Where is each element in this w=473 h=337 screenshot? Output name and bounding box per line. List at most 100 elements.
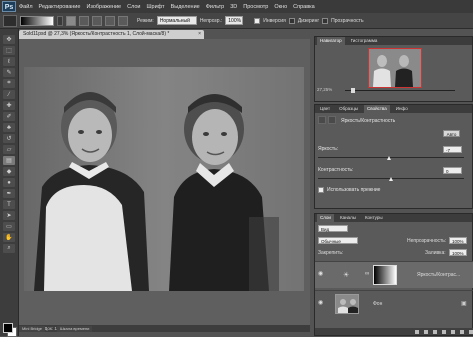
- timeline-tab[interactable]: Шкала времени: [57, 326, 93, 332]
- move-icon[interactable]: ✥: [3, 35, 15, 44]
- add-mask-icon[interactable]: [433, 329, 437, 334]
- chain-icon[interactable]: ∞: [365, 271, 369, 277]
- menu-file[interactable]: Файл: [16, 4, 36, 10]
- navigator-zoom-knob[interactable]: [351, 88, 355, 93]
- menu-image[interactable]: Изображение: [83, 4, 124, 10]
- linear-gradient-button[interactable]: [66, 15, 76, 26]
- menu-help[interactable]: Справка: [290, 4, 318, 10]
- menu-layers[interactable]: Слои: [124, 4, 143, 10]
- close-icon[interactable]: ×: [198, 30, 201, 39]
- menu-bar: Ps Файл Редактирование Изображение Слои …: [0, 0, 473, 13]
- navigator-zoom-slider[interactable]: [345, 90, 455, 91]
- properties-header: Цвет Образцы Свойства Инфо: [315, 105, 472, 113]
- menu-view[interactable]: Просмотр: [240, 4, 271, 10]
- gradient-icon[interactable]: ▤: [3, 156, 15, 165]
- photoshop-logo: Ps: [2, 1, 16, 12]
- quick-select-icon[interactable]: ✎: [3, 68, 15, 77]
- trash-icon[interactable]: [469, 329, 473, 334]
- layer-row-adjustment[interactable]: ◉ ☀ ∞ Яркость/Контрас...: [315, 261, 473, 288]
- mini-bridge-tab[interactable]: Mini Bridge: [19, 326, 46, 332]
- tab-properties[interactable]: Свойства: [364, 105, 390, 113]
- pen-icon[interactable]: ✒: [3, 189, 15, 198]
- menu-3d[interactable]: 3D: [227, 4, 240, 10]
- lock-label: Закрепить:: [318, 250, 344, 256]
- tool-preset-picker[interactable]: [3, 14, 17, 27]
- toolbox: ✥ ⬚ ℓ ✎ ⌗ ⁄ ✚ ✐ ♣ ↺ ▱ ▤ ◆ ● ✒ T ➤ ▭ ✋ ⌕: [0, 29, 19, 337]
- tab-navigator[interactable]: Навигатор: [317, 37, 345, 45]
- lasso-icon[interactable]: ℓ: [3, 57, 15, 66]
- invert-checkbox[interactable]: [254, 17, 261, 24]
- contrast-slider-knob[interactable]: [389, 177, 393, 181]
- contrast-input[interactable]: 0: [443, 167, 462, 174]
- healing-brush-icon[interactable]: ✚: [3, 101, 15, 110]
- tab-color[interactable]: Цвет: [317, 105, 333, 113]
- type-icon[interactable]: T: [3, 200, 15, 209]
- diamond-gradient-button[interactable]: [118, 15, 128, 26]
- link-layers-icon[interactable]: [415, 329, 419, 334]
- foreground-color-swatch[interactable]: [3, 323, 13, 333]
- mode-select[interactable]: Нормальный: [156, 16, 197, 25]
- menu-type[interactable]: Шрифт: [143, 4, 167, 10]
- navigator-thumbnail[interactable]: [368, 48, 422, 88]
- layer-name[interactable]: Фон: [373, 301, 382, 307]
- new-adjustment-icon[interactable]: [442, 329, 446, 334]
- eyedropper-icon[interactable]: ⁄: [3, 90, 15, 99]
- menu-window[interactable]: Окно: [271, 4, 290, 10]
- gradient-dropdown-arrow[interactable]: [57, 15, 63, 26]
- photo-canvas[interactable]: [24, 67, 304, 291]
- tab-histogram[interactable]: Гистограмма: [348, 37, 381, 45]
- clone-stamp-icon[interactable]: ♣: [3, 123, 15, 132]
- eye-icon[interactable]: ◉: [318, 300, 324, 306]
- zoom-icon[interactable]: ⌕: [3, 244, 15, 253]
- dodge-icon[interactable]: ●: [3, 178, 15, 187]
- eye-icon[interactable]: ◉: [318, 271, 324, 277]
- gradient-preview[interactable]: [20, 15, 54, 26]
- brightness-slider[interactable]: [318, 157, 464, 158]
- tab-swatches[interactable]: Образцы: [336, 105, 361, 113]
- layer-mask-thumbnail[interactable]: [373, 265, 397, 285]
- tab-paths[interactable]: Контуры: [362, 214, 386, 222]
- new-layer-icon[interactable]: [460, 329, 464, 334]
- new-group-icon[interactable]: [451, 329, 455, 334]
- menu-edit[interactable]: Редактирование: [36, 4, 84, 10]
- tab-layers[interactable]: Слои: [317, 214, 334, 222]
- eraser-icon[interactable]: ▱: [3, 145, 15, 154]
- brightness-slider-knob[interactable]: [387, 156, 391, 160]
- menu-filter[interactable]: Фильтр: [203, 4, 227, 10]
- layer-name[interactable]: Яркость/Контрас...: [417, 272, 460, 278]
- layer-opacity-input[interactable]: 100%: [449, 237, 467, 244]
- layer-thumbnail[interactable]: [335, 294, 359, 314]
- opacity-input[interactable]: 100%: [225, 16, 244, 25]
- legacy-checkbox[interactable]: [318, 187, 324, 193]
- tab-info[interactable]: Инфо: [393, 105, 411, 113]
- hand-icon[interactable]: ✋: [3, 233, 15, 242]
- brush-icon[interactable]: ✐: [3, 112, 15, 121]
- layer-row-background[interactable]: ◉ Фон ▣: [315, 290, 473, 317]
- reflected-gradient-button[interactable]: [105, 15, 115, 26]
- menu-select[interactable]: Выделение: [168, 4, 203, 10]
- angle-gradient-button[interactable]: [92, 15, 102, 26]
- dither-checkbox[interactable]: [288, 17, 295, 24]
- adjustment-icon: [318, 116, 326, 124]
- shape-icon[interactable]: ▭: [3, 222, 15, 231]
- marquee-icon[interactable]: ⬚: [3, 46, 15, 55]
- transparency-checkbox[interactable]: [322, 17, 329, 24]
- adjustment-layer-icon: ☀: [343, 272, 350, 279]
- auto-button[interactable]: Авто: [443, 130, 460, 137]
- blur-icon[interactable]: ◆: [3, 167, 15, 176]
- navigator-zoom[interactable]: 27,25%: [317, 87, 332, 92]
- history-brush-icon[interactable]: ↺: [3, 134, 15, 143]
- layer-kind-filter[interactable]: Вид: [318, 225, 348, 232]
- mask-icon[interactable]: [328, 116, 336, 124]
- fill-input[interactable]: 100%: [449, 249, 467, 256]
- tab-channels[interactable]: Каналы: [337, 214, 359, 222]
- bottom-panel-tabs: Mini Bridge Шкала времени: [19, 326, 310, 336]
- fx-icon[interactable]: [424, 329, 428, 334]
- crop-icon[interactable]: ⌗: [3, 79, 15, 88]
- path-select-icon[interactable]: ➤: [3, 211, 15, 220]
- options-bar: Режим: Нормальный Непрозр.: 100% Инверси…: [0, 13, 473, 29]
- blend-mode-select[interactable]: Обычные: [318, 237, 358, 244]
- radial-gradient-button[interactable]: [79, 15, 89, 26]
- brightness-input[interactable]: -7: [443, 146, 462, 153]
- document-tab[interactable]: Sold11psd @ 27,3% (Яркость/Контрастность…: [19, 30, 204, 39]
